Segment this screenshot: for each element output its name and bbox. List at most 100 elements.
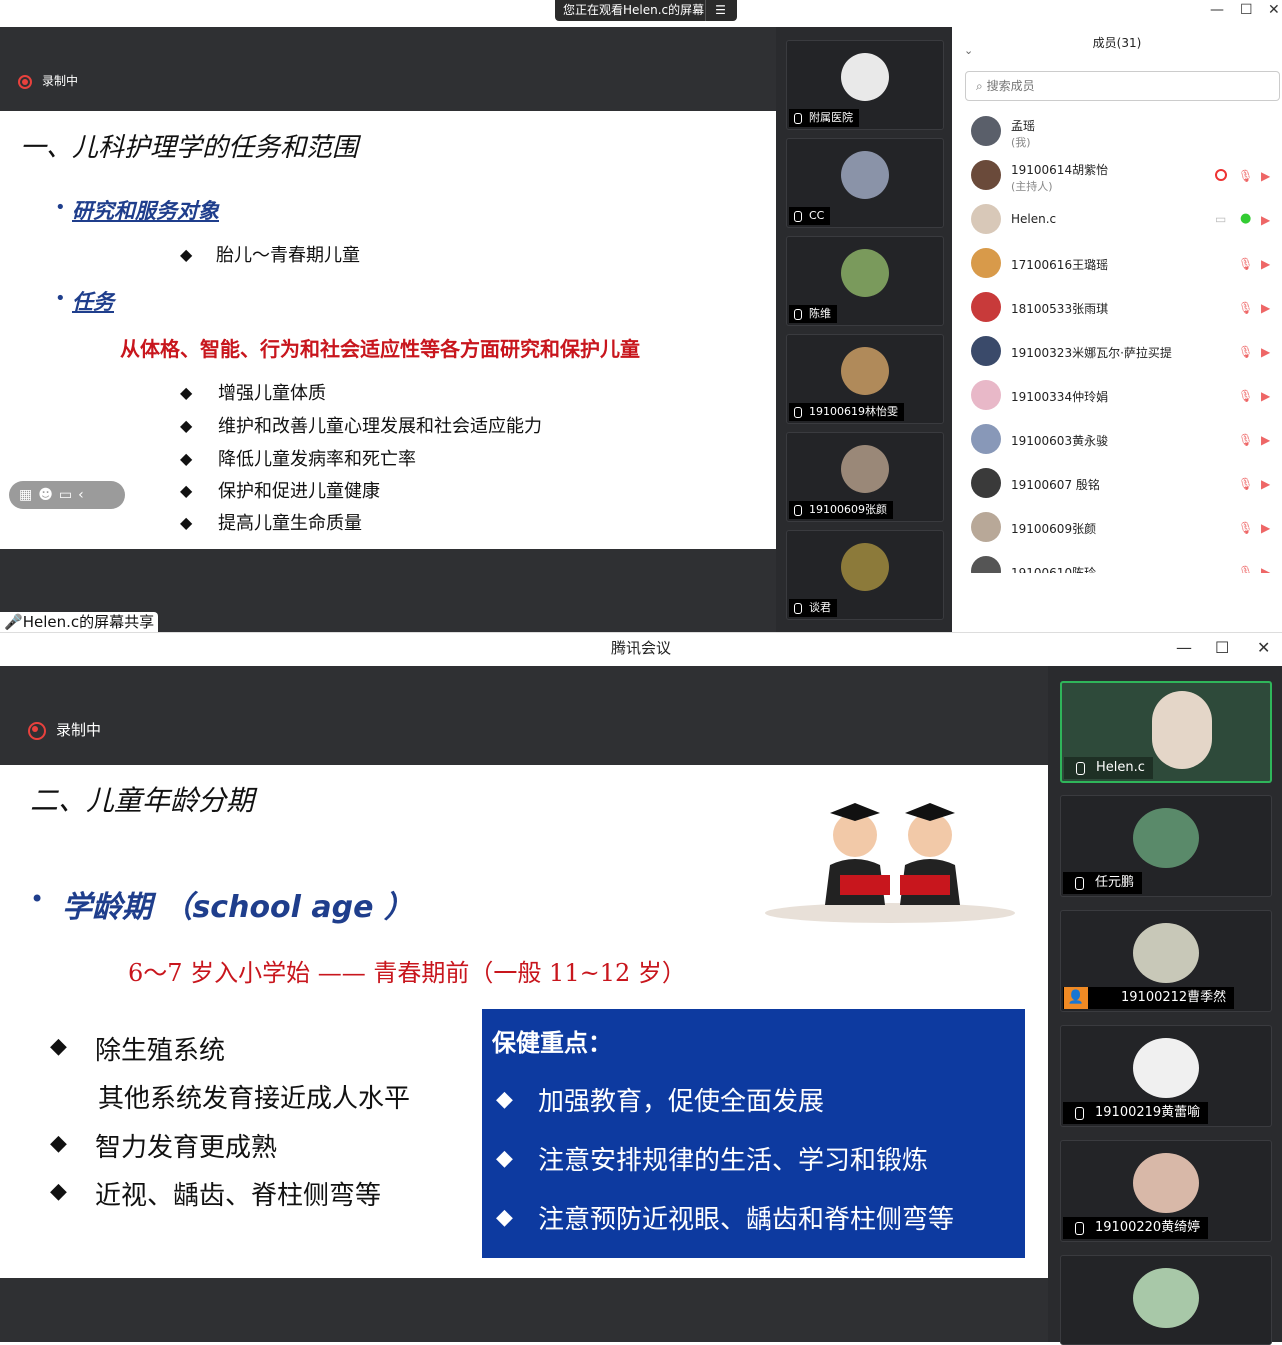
- diamond-icon: ◆: [496, 1146, 513, 1171]
- feature-item: 智力发育更成熟: [95, 1133, 278, 1163]
- member-row[interactable]: 孟瑶 (我): [952, 109, 1282, 153]
- video-tile[interactable]: 19100220黄绮婷: [1060, 1140, 1272, 1242]
- avatar: [971, 556, 1001, 573]
- recording-indicator: 录制中: [18, 72, 78, 89]
- members-panel: ⌄ 成员(31) ⌕ 搜索成员 孟瑶 (我) 19100614胡紫怡 (主持人)…: [952, 27, 1282, 632]
- member-row[interactable]: 19100609张颜 🎙 ▶: [952, 505, 1282, 549]
- apps-icon[interactable]: ▦: [19, 487, 38, 503]
- minimize-icon[interactable]: —: [1176, 638, 1192, 657]
- mic-off-icon[interactable]: 🎙: [1238, 257, 1253, 271]
- member-row[interactable]: 19100603黄永骏 🎙 ▶: [952, 417, 1282, 461]
- emoji-icon[interactable]: ☻: [38, 487, 59, 503]
- section-heading: 研究和服务对象: [72, 199, 219, 223]
- avatar: [971, 380, 1001, 410]
- video-tile[interactable]: 19100219黄蕾喻: [1060, 1025, 1272, 1127]
- camera-off-icon[interactable]: ▶: [1261, 345, 1275, 359]
- chevron-left-icon[interactable]: ‹: [78, 487, 90, 503]
- video-tile[interactable]: 19100609张颜: [786, 432, 944, 522]
- avatar: [971, 292, 1001, 322]
- member-row[interactable]: 19100334仲玲娟 🎙 ▶: [952, 373, 1282, 417]
- mic-on-icon[interactable]: ●: [1240, 211, 1251, 226]
- participant-name: 任元鹏: [1063, 872, 1143, 894]
- mic-off-icon[interactable]: 🎙: [1238, 477, 1253, 491]
- video-tile[interactable]: 附属医院: [786, 40, 944, 130]
- top-meeting-window: 您正在观看Helen.c的屏幕 ☰ — ☐ ✕ 录制中 一、儿科护理学的任务和范…: [0, 0, 1282, 632]
- chat-icon[interactable]: ▭: [59, 487, 78, 503]
- video-tile[interactable]: 陈维: [786, 236, 944, 326]
- camera-off-icon[interactable]: ▶: [1261, 521, 1275, 535]
- member-row[interactable]: 19100610陈玲 🎙 ▶: [952, 549, 1282, 573]
- video-tile[interactable]: 谈君: [786, 530, 944, 620]
- video-column: 附属医院 CC 陈维 19100619林怡雯 19100609张颜 谈君: [776, 27, 952, 632]
- member-name: 19100607 殷铭: [1011, 478, 1100, 492]
- close-icon[interactable]: ✕: [1268, 2, 1280, 18]
- viewing-banner[interactable]: 您正在观看Helen.c的屏幕 ☰: [555, 0, 737, 21]
- graduates-image: [765, 803, 1015, 923]
- mic-off-icon[interactable]: 🎙: [1238, 389, 1253, 403]
- member-search-input[interactable]: ⌕ 搜索成员: [965, 71, 1280, 101]
- diamond-icon: ◆: [50, 1179, 67, 1204]
- chevron-down-icon[interactable]: ⌄: [964, 35, 973, 67]
- recording-label: 录制中: [42, 74, 79, 88]
- video-tile[interactable]: CC: [786, 138, 944, 228]
- video-tile[interactable]: 任元鹏: [1060, 795, 1272, 897]
- camera-off-icon[interactable]: ▶: [1261, 433, 1275, 447]
- video-tile[interactable]: 19100212曹季然 👤: [1060, 910, 1272, 1012]
- task-item: 维护和改善儿童心理发展和社会适应能力: [218, 416, 542, 437]
- recording-icon: [1215, 169, 1227, 181]
- video-tile[interactable]: 19100619林怡雯: [786, 334, 944, 424]
- camera-off-icon[interactable]: ▶: [1261, 565, 1275, 573]
- participant-name: 陈维: [789, 305, 837, 323]
- member-row[interactable]: 18100533张雨琪 🎙 ▶: [952, 285, 1282, 329]
- maximize-icon[interactable]: ☐: [1240, 2, 1253, 18]
- member-role: (我): [1011, 136, 1031, 149]
- participant-name: 谈君: [789, 599, 837, 617]
- mic-off-icon[interactable]: 🎙: [1238, 565, 1253, 573]
- participant-name: 19100619林怡雯: [789, 403, 904, 421]
- member-name: 18100533张雨琪: [1011, 302, 1109, 316]
- camera-off-icon[interactable]: ▶: [1261, 169, 1275, 183]
- member-name: 19100603黄永骏: [1011, 434, 1109, 448]
- mic-off-icon[interactable]: 🎙: [1238, 521, 1253, 535]
- participant-name: 19100220黄绮婷: [1063, 1217, 1209, 1239]
- menu-icon[interactable]: ☰: [705, 0, 735, 21]
- screen-share-icon: ▭: [1215, 212, 1227, 226]
- camera-off-icon[interactable]: ▶: [1261, 389, 1275, 403]
- bullet-icon: •: [30, 885, 45, 913]
- annotation-toolbar[interactable]: ▦☻▭‹: [9, 481, 125, 509]
- share-label-text: Helen.c的屏幕共享: [22, 613, 155, 631]
- bullet-icon: •: [55, 288, 66, 309]
- video-tile-active-speaker[interactable]: Helen.c: [1060, 681, 1272, 783]
- mic-off-icon[interactable]: 🎙: [1238, 345, 1253, 359]
- camera-off-icon[interactable]: ▶: [1261, 301, 1275, 315]
- participant-name: CC: [789, 207, 831, 225]
- mic-off-icon[interactable]: 🎙: [1238, 301, 1253, 315]
- mic-off-icon[interactable]: 🎙: [1238, 433, 1253, 447]
- participant-name: 附属医院: [789, 109, 859, 127]
- window-title: 腾讯会议: [610, 639, 671, 657]
- slide-title: 一、儿科护理学的任务和范围: [20, 133, 359, 163]
- avatar: [1133, 1038, 1199, 1098]
- camera-off-icon[interactable]: ▶: [1261, 257, 1275, 271]
- video-tile[interactable]: [1060, 1255, 1272, 1345]
- box-item: 注意预防近视眼、龋齿和脊柱侧弯等: [538, 1205, 955, 1235]
- bullet-icon: •: [55, 197, 66, 218]
- task-item: 降低儿童发病率和死亡率: [218, 449, 416, 470]
- mic-off-icon[interactable]: 🎙: [1238, 169, 1253, 183]
- close-icon[interactable]: ✕: [1257, 638, 1270, 657]
- section-heading: 任务: [72, 290, 114, 314]
- avatar: [1133, 1268, 1199, 1328]
- member-row[interactable]: 19100607 殷铭 🎙 ▶: [952, 461, 1282, 505]
- avatar: [841, 249, 889, 297]
- diamond-icon: ◆: [180, 416, 193, 435]
- member-row[interactable]: 17100616王璐瑶 🎙 ▶: [952, 241, 1282, 285]
- member-row[interactable]: Helen.c ▭ ● ▶: [952, 197, 1282, 241]
- minimize-icon[interactable]: —: [1210, 2, 1224, 18]
- camera-off-icon[interactable]: ▶: [1261, 477, 1275, 491]
- mic-icon: 🎤: [4, 613, 23, 631]
- member-row[interactable]: 19100323米娜瓦尔·萨拉买提 🎙 ▶: [952, 329, 1282, 373]
- maximize-icon[interactable]: ☐: [1215, 638, 1229, 657]
- member-row[interactable]: 19100614胡紫怡 (主持人) 🎙 ▶: [952, 153, 1282, 197]
- avatar: [841, 445, 889, 493]
- camera-off-icon[interactable]: ▶: [1261, 213, 1275, 227]
